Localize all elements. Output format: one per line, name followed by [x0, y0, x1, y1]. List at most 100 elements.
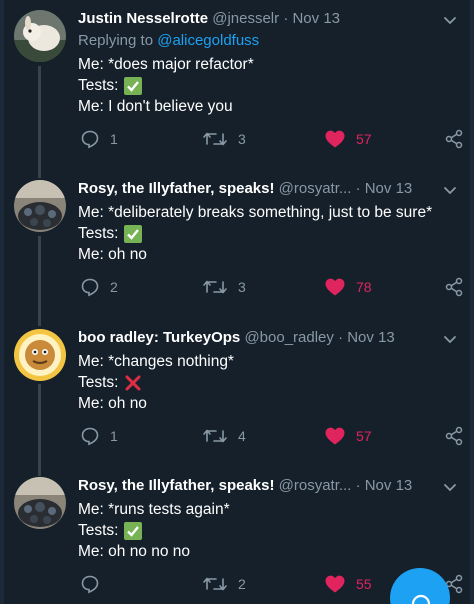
reply-button[interactable]: 1 [80, 425, 118, 447]
like-count: 57 [356, 428, 372, 444]
avatar[interactable] [14, 10, 66, 62]
like-button[interactable]: 57 [324, 128, 372, 150]
retweet-icon [203, 429, 227, 443]
check-mark-icon [124, 224, 143, 243]
avatar[interactable] [14, 329, 66, 381]
handle[interactable]: @boo_radley [244, 329, 333, 346]
share-button[interactable] [444, 425, 464, 447]
tweet-actions: 1 4 57 [78, 425, 468, 447]
reply-button[interactable]: 2 [80, 276, 118, 298]
display-name[interactable]: Rosy, the Illyfather, speaks! [78, 477, 274, 494]
like-button[interactable]: 55 [324, 573, 372, 595]
timestamp[interactable]: · Nov 13 [283, 10, 340, 27]
reply-count: 2 [110, 279, 118, 295]
tests-label: Tests: [78, 77, 119, 94]
display-name[interactable]: Rosy, the Illyfather, speaks! [78, 180, 274, 197]
retweet-button[interactable]: 3 [202, 276, 246, 298]
retweet-count: 3 [238, 279, 246, 295]
tweet-line: Me: oh no [78, 395, 147, 412]
replying-to-link[interactable]: @alicegoldfuss [157, 32, 259, 49]
retweet-icon [203, 132, 227, 146]
retweet-button[interactable]: 3 [202, 128, 246, 150]
timestamp[interactable]: · Nov 13 [338, 329, 395, 346]
retweet-count: 3 [238, 131, 246, 147]
tests-label: Tests: [78, 522, 119, 539]
heart-icon [325, 575, 345, 593]
like-count: 78 [356, 279, 372, 295]
avatar[interactable] [14, 180, 66, 232]
tweet-line: Me: I don't believe you [78, 98, 233, 115]
timestamp[interactable]: · Nov 13 [356, 180, 413, 197]
tweet[interactable]: Justin Nesselrotte @jnesselr · Nov 13 Re… [4, 0, 470, 165]
tests-label: Tests: [78, 225, 119, 242]
tweet-line: Me: oh no [78, 246, 147, 263]
tweet-header: Justin Nesselrotte @jnesselr · Nov 13 [78, 10, 440, 28]
tweet-header: boo radley: TurkeyOps @boo_radley · Nov … [78, 329, 440, 347]
retweet-button[interactable]: 4 [202, 425, 246, 447]
replying-to: Replying to @alicegoldfuss [78, 32, 259, 49]
tweet-line: Me: *deliberately breaks something, just… [78, 204, 433, 221]
tweet-header: Rosy, the Illyfather, speaks! @rosyatr..… [78, 180, 440, 198]
display-name[interactable]: Justin Nesselrotte [78, 10, 208, 27]
replying-prefix: Replying to [78, 32, 154, 49]
compose-button[interactable] [390, 568, 450, 604]
retweet-icon [203, 280, 227, 294]
share-icon [445, 129, 463, 149]
handle[interactable]: @rosyatr... [279, 180, 352, 197]
timestamp[interactable]: · Nov 13 [356, 477, 413, 494]
chevron-down-icon[interactable] [442, 331, 458, 347]
share-icon [445, 426, 463, 446]
retweet-count: 4 [238, 428, 246, 444]
tweet[interactable]: Rosy, the Illyfather, speaks! @rosyatr..… [4, 170, 470, 320]
heart-icon [325, 427, 345, 445]
tweet-line: Me: *does major refactor* [78, 56, 254, 73]
retweet-button[interactable]: 2 [202, 573, 246, 595]
handle[interactable]: @rosyatr... [279, 477, 352, 494]
chevron-down-icon[interactable] [442, 479, 458, 495]
tweet-line: Tests: [78, 75, 254, 96]
speech-bubble-icon [81, 130, 99, 149]
tweet[interactable]: boo radley: TurkeyOps @boo_radley · Nov … [4, 319, 470, 469]
tweet-text: Me: *does major refactor* Tests: Me: I d… [78, 54, 254, 117]
tweet-line: Tests: [78, 223, 432, 244]
reply-button[interactable] [80, 573, 110, 595]
handle[interactable]: @jnesselr [212, 10, 279, 27]
like-button[interactable]: 78 [324, 276, 372, 298]
tweet-line: Me: *changes nothing* [78, 353, 234, 370]
retweet-icon [203, 577, 227, 591]
heart-icon [325, 278, 345, 296]
tweet-actions: 1 3 57 [78, 128, 468, 150]
speech-bubble-icon [81, 575, 99, 594]
share-button[interactable] [444, 128, 464, 150]
check-mark-icon [124, 76, 143, 95]
heart-icon [325, 130, 345, 148]
reply-count: 1 [110, 131, 118, 147]
tweet-text: Me: *deliberately breaks something, just… [78, 202, 432, 265]
speech-bubble-icon [81, 427, 99, 446]
tweet-line: Me: oh no no no [78, 543, 191, 560]
share-icon [445, 277, 463, 297]
retweet-count: 2 [238, 576, 246, 592]
tweet-line: Me: *runs tests again* [78, 501, 230, 518]
avatar[interactable] [14, 477, 66, 529]
reply-button[interactable]: 1 [80, 128, 118, 150]
like-count: 57 [356, 131, 372, 147]
like-count: 55 [356, 576, 372, 592]
tweet-actions: 2 3 78 [78, 276, 468, 298]
tweet-line: Tests: [78, 372, 234, 393]
speech-bubble-icon [81, 278, 99, 297]
tweet-text: Me: *runs tests again* Tests: Me: oh no … [78, 499, 230, 562]
like-button[interactable]: 57 [324, 425, 372, 447]
check-mark-icon [124, 521, 143, 540]
reply-count: 1 [110, 428, 118, 444]
tests-label: Tests: [78, 374, 119, 391]
tweet-header: Rosy, the Illyfather, speaks! @rosyatr..… [78, 477, 440, 495]
share-button[interactable] [444, 276, 464, 298]
display-name[interactable]: boo radley: TurkeyOps [78, 329, 240, 346]
chevron-down-icon[interactable] [442, 182, 458, 198]
tweet-line: Tests: [78, 520, 230, 541]
cross-mark-icon [125, 375, 141, 390]
tweet-text: Me: *changes nothing* Tests: Me: oh no [78, 351, 234, 414]
chevron-down-icon[interactable] [442, 12, 458, 28]
timeline: Justin Nesselrotte @jnesselr · Nov 13 Re… [4, 0, 470, 604]
